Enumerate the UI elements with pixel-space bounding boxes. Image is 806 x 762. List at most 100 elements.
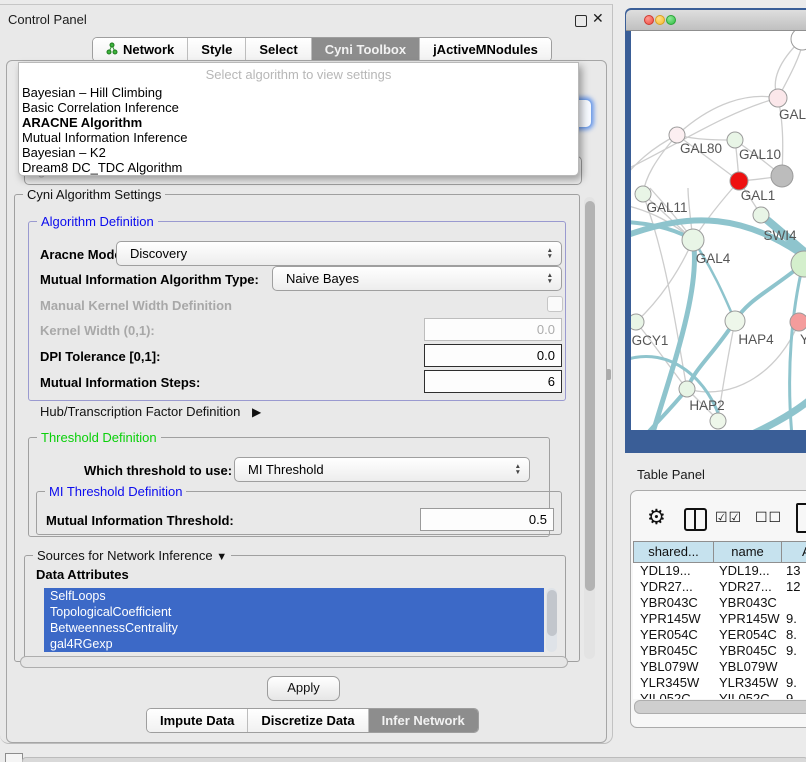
table-cell: YBR043C — [633, 595, 713, 611]
settings-scrollbar-thumb[interactable] — [585, 201, 595, 591]
zoom-traffic-light[interactable] — [666, 15, 676, 25]
tab-style[interactable]: Style — [188, 38, 246, 61]
table-row[interactable]: YLR345WYLR345W9. — [633, 675, 806, 691]
hub-definition-expander[interactable]: Hub/Transcription Factor Definition ▶ — [40, 404, 261, 419]
network-node[interactable] — [753, 207, 769, 223]
table-cell: YIL052C — [713, 691, 781, 699]
combo-arrows-icon: ▲▼ — [515, 464, 529, 476]
sources-title: Sources for Network Inference — [37, 548, 213, 563]
tab-label: Discretize Data — [261, 713, 354, 728]
deselect-all-icon[interactable]: ☐☐ — [755, 509, 782, 526]
table-row[interactable]: YDL19...YDL19...13 — [633, 563, 806, 579]
table-cell: YDL19... — [713, 563, 781, 579]
table-row[interactable]: YIL052CYIL052C9 — [633, 691, 806, 699]
manual-kernel-label: Manual Kernel Width Definition — [40, 298, 232, 313]
mi-type-combobox[interactable]: Naive Bayes ▲▼ — [272, 266, 562, 291]
settings-hscrollbar[interactable] — [20, 656, 568, 668]
tab-cyni-toolbox[interactable]: Cyni Toolbox — [312, 38, 420, 61]
network-node[interactable] — [769, 89, 787, 107]
table-cell: YBR043C — [713, 595, 781, 611]
attributes-scrollbar-thumb[interactable] — [547, 590, 557, 636]
attribute-item[interactable]: SelfLoops — [44, 588, 544, 604]
table-cell: 9. — [781, 611, 806, 627]
network-node-label: Y — [800, 332, 806, 347]
mi-threshold-field[interactable] — [420, 508, 554, 531]
attribute-item[interactable]: gal4RGexp — [44, 636, 544, 652]
table-body: YDL19...YDL19...13YDR27...YDR27...12YBR0… — [633, 563, 806, 699]
close-traffic-light[interactable] — [644, 15, 654, 25]
document-icon[interactable] — [796, 503, 806, 533]
table-cell: YPR145W — [633, 611, 713, 627]
attributes-scrollbar-track[interactable] — [546, 588, 557, 652]
which-threshold-label: Which threshold to use: — [84, 463, 232, 478]
table-cell: YDL19... — [633, 563, 713, 579]
dropdown-item[interactable]: Dream8 DC_TDC Algorithm — [22, 160, 572, 175]
tab-infer-network[interactable]: Infer Network — [369, 709, 478, 732]
dropdown-item[interactable]: Basic Correlation Inference — [22, 100, 572, 115]
manual-kernel-checkbox[interactable] — [547, 296, 563, 312]
mi-type-value: Naive Bayes — [273, 271, 547, 286]
tab-impute-data[interactable]: Impute Data — [147, 709, 248, 732]
table-row[interactable]: YBL079WYBL079W — [633, 659, 806, 675]
table-row[interactable]: YDR27...YDR27...12 — [633, 579, 806, 595]
column-header[interactable]: A — [782, 541, 806, 563]
data-attributes-label: Data Attributes — [36, 567, 129, 582]
network-node[interactable] — [631, 314, 644, 330]
network-node[interactable] — [790, 313, 806, 331]
kernel-width-field[interactable] — [424, 318, 562, 341]
network-node-label: GAL11 — [646, 200, 687, 215]
close-icon[interactable]: ✕ — [592, 10, 604, 27]
table-cell: YBL079W — [713, 659, 781, 675]
tab-discretize-data[interactable]: Discretize Data — [248, 709, 368, 732]
float-window-icon[interactable] — [575, 15, 587, 27]
network-node-label: GAL — [779, 107, 806, 122]
tab-select[interactable]: Select — [246, 38, 311, 61]
hub-definition-label: Hub/Transcription Factor Definition — [40, 404, 240, 419]
dropdown-item[interactable]: Bayesian – Hill Climbing — [22, 85, 572, 100]
tab-network[interactable]: Network — [93, 38, 188, 61]
tab-jactivemnodules[interactable]: jActiveMNodules — [420, 38, 551, 61]
table-cell: 13 — [781, 563, 806, 579]
bottom-left-widget[interactable] — [5, 753, 23, 762]
data-attributes-list: SelfLoops TopologicalCoefficient Between… — [44, 588, 544, 652]
network-node-label: GCY1 — [632, 333, 669, 348]
column-header[interactable]: shared... — [633, 541, 714, 563]
table-row[interactable]: YBR045CYBR045C9. — [633, 643, 806, 659]
which-threshold-combobox[interactable]: MI Threshold ▲▼ — [234, 457, 530, 482]
table-row[interactable]: YPR145WYPR145W9. — [633, 611, 806, 627]
network-node[interactable] — [710, 413, 726, 429]
network-node[interactable] — [679, 381, 695, 397]
group-title: Sources for Network Inference ▼ — [33, 548, 231, 563]
network-window-titlebar[interactable] — [626, 10, 806, 31]
columns-icon[interactable] — [684, 508, 707, 531]
attribute-item[interactable]: BetweennessCentrality — [44, 620, 544, 636]
settings-scrollbar-track[interactable] — [584, 197, 595, 659]
table-hscrollbar[interactable] — [634, 700, 806, 714]
network-node[interactable] — [727, 132, 743, 148]
attribute-item[interactable]: TopologicalCoefficient — [44, 604, 544, 620]
network-node[interactable] — [682, 229, 704, 251]
dropdown-item[interactable]: Bayesian – K2 — [22, 145, 572, 160]
select-all-icon[interactable]: ☑☑ — [715, 509, 742, 526]
table-cell: YBR045C — [633, 643, 713, 659]
gear-icon[interactable]: ⚙ — [647, 505, 666, 530]
panel-splitter-handle[interactable] — [606, 369, 611, 380]
expand-down-icon[interactable]: ▼ — [216, 551, 227, 563]
aracne-mode-combobox[interactable]: Discovery ▲▼ — [116, 241, 562, 266]
group-title: Threshold Definition — [37, 430, 161, 445]
dropdown-item[interactable]: Mutual Information Inference — [22, 130, 572, 145]
table-row[interactable]: YBR043CYBR043C — [633, 595, 806, 611]
network-node[interactable] — [725, 311, 745, 331]
dropdown-item[interactable]: ARACNE Algorithm — [22, 115, 572, 130]
table-row[interactable]: YER054CYER054C8. — [633, 627, 806, 643]
table-panel-window: ⚙ ☑☑ ☐☐ shared... name A YDL19...YDL19..… — [630, 490, 806, 728]
apply-button[interactable]: Apply — [267, 676, 340, 701]
network-node[interactable] — [771, 165, 793, 187]
network-canvas[interactable]: GALGAL80GAL10GAL1GAL11SWI4GAL4GCY1HAP4YH… — [631, 31, 806, 430]
minimize-traffic-light[interactable] — [655, 15, 665, 25]
group-title: Cyni Algorithm Settings — [23, 187, 165, 202]
mi-steps-field[interactable] — [424, 370, 562, 393]
dpi-tolerance-field[interactable] — [424, 344, 562, 367]
column-header[interactable]: name — [714, 541, 782, 563]
combo-arrows-icon: ▲▼ — [547, 248, 561, 260]
